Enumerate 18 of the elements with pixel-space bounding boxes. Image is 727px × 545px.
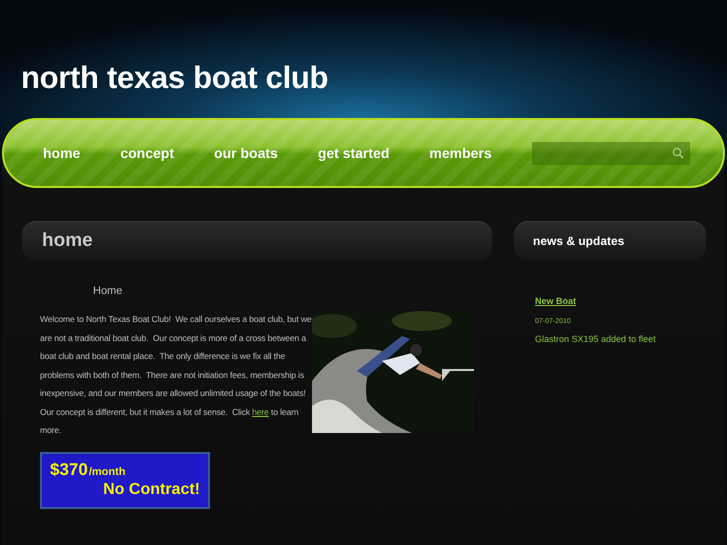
search-icon[interactable] (672, 147, 684, 159)
welcome-paragraph: Welcome to North Texas Boat Club! We call ourselves a boat club, but we are not a traditional boat club. Our concept is more of a cross between a boat club and boat rental place. The only difference is we fix all the problems with both of them. There are not initiation fees, membership is inexpensive, and our members are allowed unlimited usage of the boats! Our concept is different, but it makes a lot of sense. Click here to learn more. (40, 313, 312, 437)
nav-link[interactable]: get started (318, 145, 390, 161)
price-text: $370/month (50, 460, 126, 480)
search-field[interactable] (532, 142, 690, 164)
nav-link[interactable]: concept (120, 145, 174, 161)
banner-tagline: No Contract! (103, 480, 200, 498)
nav-link[interactable]: members (429, 145, 492, 161)
subheading: Home (92, 284, 124, 297)
price-banner[interactable]: $370/month No Contract! (40, 452, 210, 508)
news-title-link[interactable]: New Boat (535, 296, 576, 306)
site-title: north texas boat club (20, 59, 330, 97)
nav-link[interactable]: our boats (214, 145, 278, 161)
news-text: Glastron SX195 added to fleet (535, 334, 657, 344)
nav-link[interactable]: home (43, 145, 80, 161)
here-link[interactable]: here (252, 406, 269, 416)
page-heading: home (41, 230, 93, 252)
sidebar-heading: news & updates (532, 234, 624, 248)
